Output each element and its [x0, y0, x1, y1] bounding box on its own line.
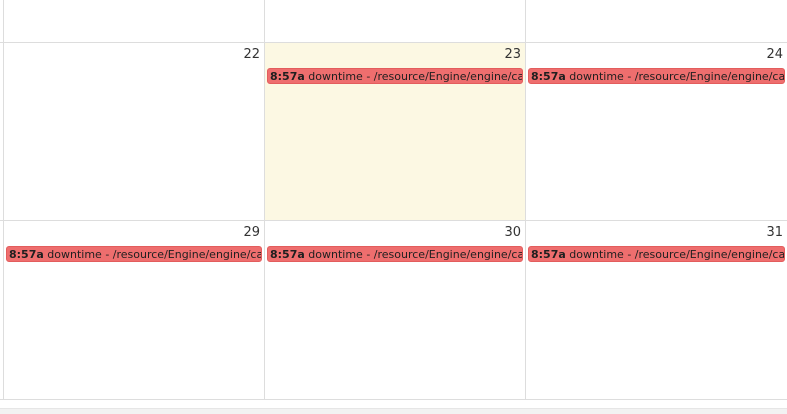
- event-time: 8:57a: [270, 248, 305, 261]
- event-title: downtime - /resource/Engine/engine/capen…: [308, 248, 523, 261]
- day-cell[interactable]: [526, 0, 787, 42]
- calendar-event[interactable]: 8:57a downtime - /resource/Engine/engine…: [6, 246, 262, 262]
- calendar-week: 29 8:57a downtime - /resource/Engine/eng…: [0, 220, 787, 399]
- event-title: downtime - /resource/Engine/engine/capen…: [569, 248, 785, 261]
- event-time: 8:57a: [9, 248, 44, 261]
- day-cell[interactable]: [4, 0, 264, 42]
- event-title: downtime - /resource/Engine/engine/capen…: [47, 248, 262, 261]
- grid-line: [0, 399, 787, 400]
- event-time: 8:57a: [270, 70, 305, 83]
- event-time: 8:57a: [531, 248, 566, 261]
- day-cell-29[interactable]: 29 8:57a downtime - /resource/Engine/eng…: [4, 220, 264, 399]
- day-cell-24[interactable]: 24 8:57a downtime - /resource/Engine/eng…: [526, 42, 787, 220]
- calendar-week: 22 23 8:57a downtime - /resource/Engine/…: [0, 42, 787, 220]
- grid-line: [525, 0, 526, 400]
- day-number[interactable]: 31: [766, 225, 783, 240]
- day-cell-23-today[interactable]: 23 8:57a downtime - /resource/Engine/eng…: [265, 42, 525, 220]
- day-number[interactable]: 29: [243, 225, 260, 240]
- event-title: downtime - /resource/Engine/engine/capen…: [308, 70, 523, 83]
- event-time: 8:57a: [531, 70, 566, 83]
- day-cell-22[interactable]: 22: [4, 42, 264, 220]
- day-number[interactable]: 30: [504, 225, 521, 240]
- calendar-week-partial: [0, 0, 787, 42]
- day-cell[interactable]: [265, 0, 525, 42]
- grid-line: [0, 42, 787, 43]
- day-cell-30[interactable]: 30 8:57a downtime - /resource/Engine/eng…: [265, 220, 525, 399]
- day-number[interactable]: 23: [504, 47, 521, 62]
- day-number[interactable]: 24: [766, 47, 783, 62]
- day-number[interactable]: 22: [243, 47, 260, 62]
- grid-line: [0, 220, 787, 221]
- day-cell-31[interactable]: 31 8:57a downtime - /resource/Engine/eng…: [526, 220, 787, 399]
- calendar-event[interactable]: 8:57a downtime - /resource/Engine/engine…: [528, 68, 785, 84]
- calendar-event[interactable]: 8:57a downtime - /resource/Engine/engine…: [528, 246, 785, 262]
- calendar-bottom-edge: [0, 408, 787, 414]
- event-title: downtime - /resource/Engine/engine/capen…: [569, 70, 785, 83]
- calendar-event[interactable]: 8:57a downtime - /resource/Engine/engine…: [267, 246, 523, 262]
- grid-line: [3, 0, 4, 400]
- calendar-event[interactable]: 8:57a downtime - /resource/Engine/engine…: [267, 68, 523, 84]
- grid-line: [264, 0, 265, 400]
- calendar-month-view: 22 23 8:57a downtime - /resource/Engine/…: [0, 0, 787, 400]
